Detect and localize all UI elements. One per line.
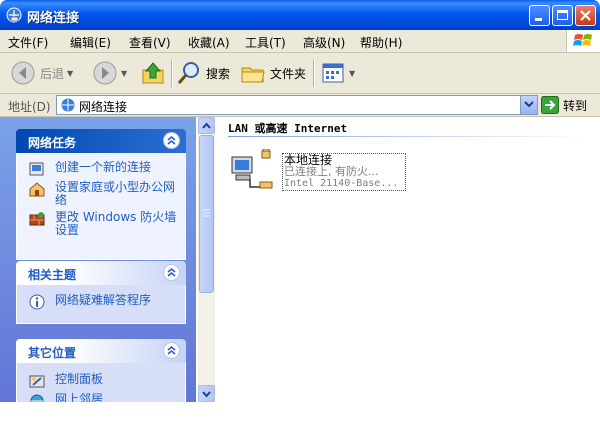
task-label: 网上邻居 <box>55 392 104 403</box>
task-pane: 网络任务 创建一个新的连接 设置家庭或小型办公网络 更改 Windows 防火墙… <box>0 117 196 402</box>
title-bar[interactable]: 网络连接 <box>0 0 600 30</box>
go-label: 转到 <box>563 98 588 113</box>
menu-file[interactable]: 文件(F) <box>8 34 48 51</box>
toolbar-separator <box>313 59 315 87</box>
menu-view[interactable]: 查看(V) <box>129 34 171 51</box>
address-bar: 地址(D) 网络连接 转到 <box>0 94 600 117</box>
back-button[interactable]: 后退 ▼ <box>10 57 73 89</box>
task-firewall-settings[interactable]: 更改 Windows 防火墙设置 <box>17 211 185 237</box>
task-home-network[interactable]: 设置家庭或小型办公网络 <box>17 181 185 207</box>
group-title: LAN 或高速 Internet <box>228 122 348 135</box>
views-dropdown-icon[interactable]: ▼ <box>349 69 355 78</box>
menu-favorites[interactable]: 收藏(A) <box>188 34 230 51</box>
firewall-icon <box>29 212 45 226</box>
info-icon <box>29 294 45 310</box>
vertical-scrollbar[interactable] <box>198 117 215 402</box>
task-create-connection[interactable]: 创建一个新的连接 <box>17 161 185 177</box>
network-tasks-panel: 网络任务 创建一个新的连接 设置家庭或小型办公网络 更改 Windows 防火墙… <box>16 129 186 260</box>
panel-title: 网络任务 <box>28 136 77 150</box>
go-arrow-icon <box>541 96 559 114</box>
minimize-button[interactable] <box>529 5 550 26</box>
task-label: 设置家庭或小型办公网络 <box>55 180 176 207</box>
folders-button[interactable]: 文件夹 <box>240 57 306 89</box>
window-bottom-edge <box>0 402 600 426</box>
new-connection-icon <box>29 162 44 176</box>
scroll-up-button[interactable] <box>198 117 215 134</box>
network-tasks-header[interactable]: 网络任务 <box>16 129 186 153</box>
toolbar-separator <box>171 59 173 87</box>
toolbar: 后退 ▼ ▼ 搜索 文件夹 ▼ <box>0 53 600 94</box>
connection-label-box: 本地连接 已连接上, 有防火... Intel 21140-Base... <box>282 153 406 191</box>
network-connections-icon <box>6 7 22 23</box>
lan-connection-icon <box>231 149 273 189</box>
collapse-chevron-icon[interactable] <box>163 132 180 149</box>
group-divider <box>228 136 588 137</box>
forward-dropdown-icon[interactable]: ▼ <box>121 69 127 78</box>
task-label: 创建一个新的连接 <box>55 160 152 174</box>
content-area: LAN 或高速 Internet 本地连接 已连接上, 有防火... Intel… <box>216 117 600 402</box>
back-arrow-icon <box>11 61 35 85</box>
connection-device: Intel 21140-Base... <box>284 178 399 189</box>
window-title: 网络连接 <box>27 11 80 26</box>
maximize-button[interactable] <box>552 5 573 26</box>
local-connection-item[interactable]: 本地连接 已连接上, 有防火... Intel 21140-Base... <box>228 149 418 193</box>
task-label: 网络疑难解答程序 <box>55 293 152 307</box>
other-places-header[interactable]: 其它位置 <box>16 339 186 363</box>
scroll-down-button[interactable] <box>198 385 215 402</box>
chevron-down-icon <box>202 391 211 398</box>
minimize-icon <box>535 18 542 21</box>
panel-title: 其它位置 <box>28 346 77 360</box>
up-button[interactable] <box>140 57 166 89</box>
task-label: 控制面板 <box>55 372 104 386</box>
views-button[interactable]: ▼ <box>320 57 355 89</box>
folders-label: 文件夹 <box>270 66 307 81</box>
scroll-thumb[interactable] <box>199 135 214 293</box>
close-icon <box>580 10 591 21</box>
back-dropdown-icon[interactable]: ▼ <box>67 69 73 78</box>
close-button[interactable] <box>575 5 596 26</box>
address-input[interactable]: 网络连接 <box>56 95 538 115</box>
related-topics-panel: 相关主题 网络疑难解答程序 <box>16 261 186 324</box>
home-network-icon <box>29 182 45 197</box>
search-icon <box>177 62 199 84</box>
network-connections-icon <box>61 98 75 112</box>
search-label: 搜索 <box>206 66 231 81</box>
other-places-panel: 其它位置 控制面板 网上邻居 <box>16 339 186 402</box>
task-network-places[interactable]: 网上邻居 <box>17 393 185 402</box>
back-label: 后退 <box>40 66 65 81</box>
address-dropdown-button[interactable] <box>520 96 537 114</box>
panel-title: 相关主题 <box>28 268 77 282</box>
menu-advanced[interactable]: 高级(N) <box>303 34 345 51</box>
address-label: 地址(D) <box>8 100 51 114</box>
forward-button[interactable]: ▼ <box>92 57 127 89</box>
chevron-up-icon <box>202 122 211 129</box>
collapse-chevron-icon[interactable] <box>163 264 180 281</box>
menu-edit[interactable]: 编辑(E) <box>70 34 111 51</box>
maximize-icon <box>557 10 568 20</box>
task-troubleshooter[interactable]: 网络疑难解答程序 <box>17 294 185 310</box>
search-button[interactable]: 搜索 <box>176 57 230 89</box>
menu-help[interactable]: 帮助(H) <box>360 34 402 51</box>
control-panel-icon <box>29 375 45 388</box>
forward-arrow-icon <box>93 61 117 85</box>
network-places-icon <box>30 394 44 402</box>
task-label: 更改 Windows 防火墙设置 <box>55 210 177 237</box>
task-control-panel[interactable]: 控制面板 <box>17 373 185 389</box>
go-button[interactable]: 转到 <box>541 96 587 114</box>
views-icon <box>322 63 344 83</box>
address-value: 网络连接 <box>79 100 128 114</box>
related-topics-header[interactable]: 相关主题 <box>16 261 186 285</box>
folder-up-icon <box>142 62 164 84</box>
menu-bar: 文件(F) 编辑(E) 查看(V) 收藏(A) 工具(T) 高级(N) 帮助(H… <box>0 30 600 53</box>
chevron-down-icon <box>524 101 534 108</box>
folder-icon <box>241 67 265 83</box>
windows-logo-icon <box>566 30 600 52</box>
collapse-chevron-icon[interactable] <box>163 342 180 359</box>
menu-tools[interactable]: 工具(T) <box>245 34 286 51</box>
connection-status: 已连接上, 有防火... <box>284 165 379 178</box>
